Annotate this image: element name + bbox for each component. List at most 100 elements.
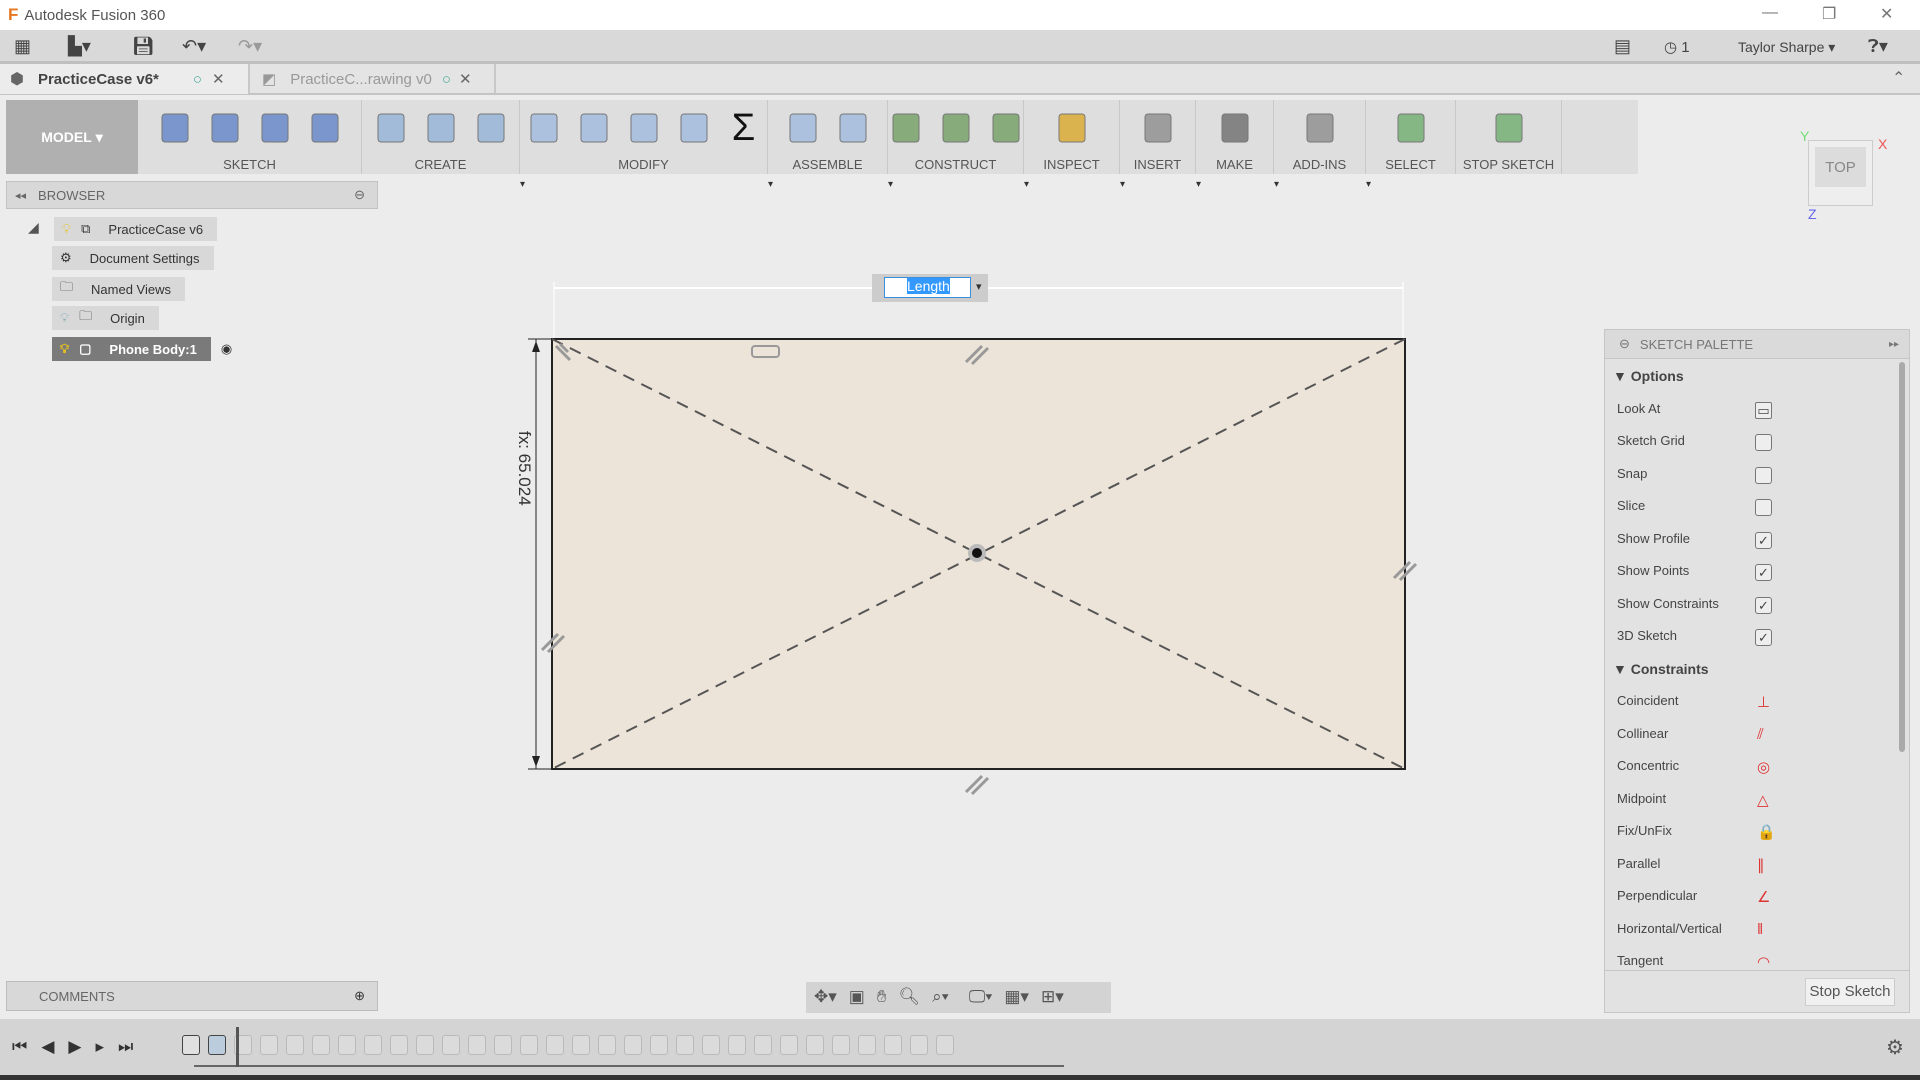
step-back-icon[interactable]: ◀︎ (41, 1037, 54, 1057)
constraint-label: Midpoint (1617, 790, 1667, 806)
timeline-feature[interactable] (832, 1035, 850, 1055)
look-at-icon[interactable]: ▭ (1755, 401, 1772, 419)
constraint-label: Parallel (1617, 855, 1661, 871)
palette-section-options[interactable]: ▼ Options (1613, 368, 1684, 384)
display-settings-icon[interactable]: 🖵▾ (969, 987, 993, 1007)
zoom-icon[interactable]: 🔍︎ (899, 987, 921, 1007)
go-to-end-icon[interactable]: ⏭︎ (118, 1037, 133, 1057)
palette-option: Show Constraints ✓ (1617, 596, 1817, 616)
timeline-feature[interactable] (494, 1035, 512, 1055)
section-collapse-icon: ▼ (1613, 368, 1627, 384)
height-dimension-label[interactable]: fx: 65.024 (514, 431, 534, 519)
perpendicular-icon[interactable]: ∠ (1757, 888, 1770, 906)
option-label: Show Points (1617, 563, 1690, 578)
timeline-feature[interactable] (442, 1035, 460, 1055)
palette-option: Snap (1617, 466, 1817, 486)
center-point[interactable] (972, 548, 982, 558)
timeline-feature[interactable] (754, 1035, 772, 1055)
timeline-feature[interactable] (338, 1035, 356, 1055)
palette-section-constraints[interactable]: ▼ Constraints (1613, 661, 1709, 677)
palette-scrollbar[interactable] (1899, 362, 1905, 752)
palette-option: Look At ▭ (1617, 401, 1817, 421)
timeline-feature[interactable] (520, 1035, 538, 1055)
timeline-marker[interactable] (236, 1027, 239, 1067)
fix-unfix-icon[interactable]: 🔒 (1757, 823, 1776, 841)
checked-checkbox[interactable]: ✓ (1755, 564, 1772, 581)
palette-title: SKETCH PALETTE (1639, 336, 1754, 352)
length-input-value: Length (907, 278, 950, 294)
length-dropdown-icon[interactable]: ▾ (976, 280, 982, 293)
minimize-palette-icon[interactable]: ⊖ (1619, 336, 1630, 352)
timeline-feature[interactable] (650, 1035, 668, 1055)
step-forward-icon[interactable]: ▸ (95, 1037, 104, 1057)
constraint-label: Perpendicular (1617, 888, 1698, 903)
timeline-feature[interactable] (728, 1035, 746, 1055)
constraint-horizontal-vertical[interactable]: Horizontal/Vertical ‖ (1617, 921, 1817, 941)
palette-option: 3D Sketch ✓ (1617, 628, 1817, 648)
constraint-label: Coincident (1617, 693, 1679, 708)
x-axis-label: X (1878, 136, 1888, 152)
fit-icon[interactable]: ⌕▾ (932, 987, 949, 1007)
checked-checkbox[interactable]: ✓ (1755, 531, 1772, 549)
timeline-feature[interactable] (702, 1035, 720, 1055)
horizontal-vertical-icon[interactable]: ‖ (1757, 921, 1763, 938)
timeline-feature[interactable] (208, 1035, 226, 1055)
concentric-icon[interactable]: ◎ (1757, 758, 1770, 776)
stop-sketch-button[interactable]: Stop Sketch (1805, 978, 1895, 1006)
parallel-icon[interactable]: ∥ (1757, 856, 1765, 874)
timeline-feature[interactable] (676, 1035, 694, 1055)
viewports-icon[interactable]: ⊞▾ (1041, 987, 1064, 1007)
constraint-concentric[interactable]: Concentric ◎ (1617, 758, 1817, 778)
constraint-parallel[interactable]: Parallel ∥ (1617, 856, 1817, 876)
constraint-midpoint[interactable]: Midpoint △ (1617, 791, 1817, 811)
midpoint-icon[interactable]: △ (1757, 791, 1769, 809)
go-to-start-icon[interactable]: ⏮︎ (12, 1037, 27, 1057)
tangent-icon[interactable]: ◠ (1757, 953, 1770, 971)
section-collapse-icon: ▼ (1613, 660, 1627, 677)
timeline-feature[interactable] (364, 1035, 382, 1055)
orbit-icon[interactable]: ✥▾ (814, 987, 837, 1007)
timeline-feature[interactable] (286, 1035, 304, 1055)
constraint-label: Collinear (1617, 725, 1669, 741)
view-cube-face[interactable]: TOP (1815, 147, 1866, 187)
timeline-feature[interactable] (468, 1035, 486, 1055)
timeline-feature[interactable] (182, 1035, 200, 1055)
grid-settings-icon[interactable]: ▦▾ (1004, 987, 1029, 1007)
timeline-feature[interactable] (572, 1035, 590, 1055)
timeline-feature[interactable] (546, 1035, 564, 1055)
unchecked-checkbox[interactable] (1755, 499, 1772, 516)
timeline-feature[interactable] (416, 1035, 434, 1055)
constraint-perpendicular[interactable]: Perpendicular ∠ (1617, 888, 1817, 908)
checked-checkbox[interactable]: ✓ (1755, 629, 1772, 646)
palette-option: Slice (1617, 498, 1817, 518)
pan-icon[interactable]: ✋︎ (877, 987, 887, 1007)
constraint-coincident[interactable]: Coincident ⊥ (1617, 693, 1817, 713)
timeline-feature[interactable] (936, 1035, 954, 1055)
look-at-icon[interactable]: ▣ (849, 987, 865, 1007)
timeline-feature[interactable] (312, 1035, 330, 1055)
unchecked-checkbox[interactable] (1755, 466, 1772, 484)
collinear-icon[interactable]: ⫽ (1757, 726, 1764, 743)
timeline-feature[interactable] (806, 1035, 824, 1055)
length-input[interactable]: Length (884, 277, 971, 298)
constraint-collinear[interactable]: Collinear ⫽ (1617, 726, 1817, 746)
constraint-fix-unfix[interactable]: Fix/UnFix 🔒 (1617, 823, 1817, 843)
timeline-feature[interactable] (624, 1035, 642, 1055)
timeline-feature[interactable] (780, 1035, 798, 1055)
timeline-feature[interactable] (260, 1035, 278, 1055)
play-icon[interactable]: ▶︎ (68, 1037, 81, 1057)
timeline-feature[interactable] (598, 1035, 616, 1055)
view-cube[interactable]: TOP (1808, 140, 1873, 206)
checked-checkbox[interactable]: ✓ (1755, 596, 1772, 614)
constraint-label: Fix/UnFix (1617, 823, 1672, 838)
section-title: Options (1630, 368, 1684, 384)
timeline-feature[interactable] (884, 1035, 902, 1055)
timeline-feature[interactable] (390, 1035, 408, 1055)
coincident-icon[interactable]: ⊥ (1757, 693, 1770, 711)
timeline-feature[interactable] (858, 1035, 876, 1055)
timeline-settings-icon[interactable]: ⚙ (1886, 1035, 1904, 1060)
unchecked-checkbox[interactable] (1755, 434, 1772, 451)
expand-palette-icon[interactable]: ▸▸ (1889, 339, 1899, 350)
timeline-feature[interactable] (910, 1035, 928, 1055)
add-comment-icon[interactable]: ⊕ (354, 988, 365, 1004)
